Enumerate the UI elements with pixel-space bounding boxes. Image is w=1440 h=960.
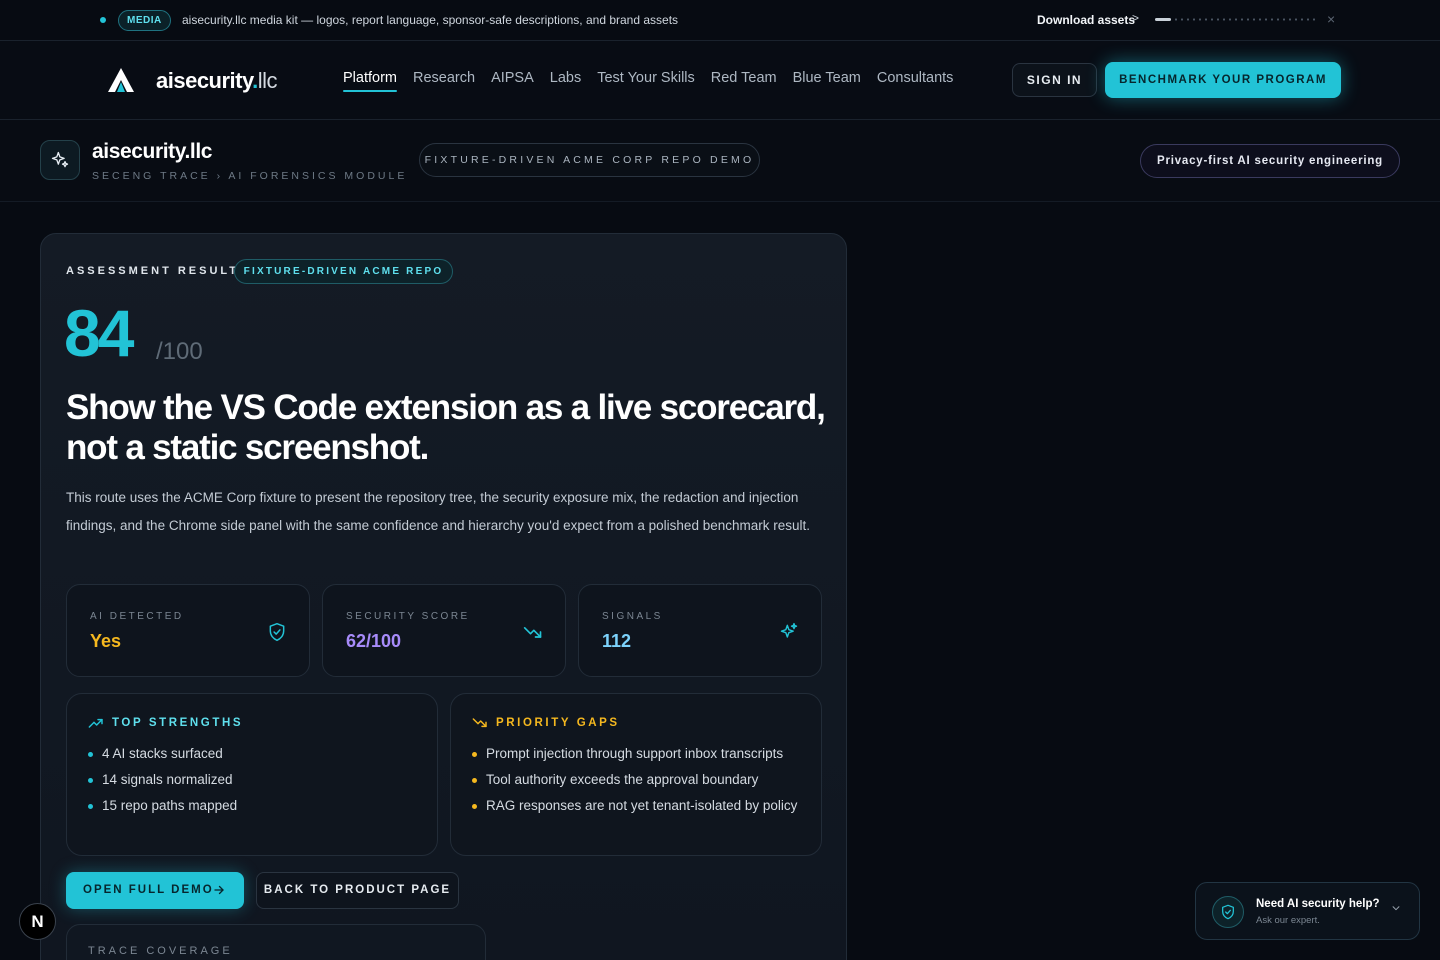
- nav-link-test-your-skills[interactable]: Test Your Skills: [597, 70, 695, 92]
- trace-coverage-card: TRACE COVERAGE: [66, 924, 486, 960]
- close-icon[interactable]: ×: [1327, 11, 1335, 27]
- stat-label: AI DETECTED: [90, 611, 184, 622]
- nav-link-blue-team[interactable]: Blue Team: [793, 70, 861, 92]
- help-widget[interactable]: Need AI security help? Ask our expert.: [1195, 882, 1420, 940]
- assessment-card: ASSESSMENT RESULT FIXTURE-DRIVEN ACME RE…: [40, 233, 847, 960]
- stat-value: 62/100: [346, 631, 402, 651]
- brand-name: aisecurity: [156, 68, 253, 93]
- open-full-demo-button[interactable]: OPEN FULL DEMO: [66, 872, 244, 909]
- trace-coverage-label: TRACE COVERAGE: [88, 945, 233, 957]
- module-title: aisecurity.llc: [92, 140, 213, 163]
- nav-link-consultants[interactable]: Consultants: [877, 70, 954, 92]
- fixture-pill: FIXTURE-DRIVEN ACME REPO: [234, 259, 453, 284]
- shield-check-icon: [1222, 904, 1234, 920]
- back-to-product-button[interactable]: BACK TO PRODUCT PAGE: [256, 872, 459, 909]
- list-item: RAG responses are not yet tenant-isolate…: [470, 796, 800, 816]
- benchmark-program-button[interactable]: BENCHMARK YOUR PROGRAM: [1105, 62, 1341, 98]
- module-breadcrumb: SECENG TRACE › AI FORENSICS MODULE: [92, 170, 408, 182]
- nav-link-labs[interactable]: Labs: [550, 70, 581, 92]
- nav-link-research[interactable]: Research: [413, 70, 475, 92]
- gaps-list: Prompt injection through support inbox t…: [470, 744, 800, 822]
- brand-logo-icon[interactable]: [108, 68, 134, 92]
- brand-suffix: llc: [257, 68, 278, 93]
- assessment-result-label: ASSESSMENT RESULT: [66, 265, 240, 277]
- strengths-list: 4 AI stacks surfaced 14 signals normaliz…: [86, 744, 416, 822]
- chevron-down-icon[interactable]: [1391, 903, 1401, 913]
- stat-label: SECURITY SCORE: [346, 611, 470, 622]
- priority-gaps-panel: PRIORITY GAPS Prompt injection through s…: [450, 693, 822, 856]
- strengths-header: TOP STRENGTHS: [88, 717, 243, 729]
- stat-ai-detected: AI DETECTED Yes: [66, 584, 310, 677]
- gaps-title: PRIORITY GAPS: [496, 717, 620, 729]
- module-icon: [40, 140, 80, 180]
- nav-links: Platform Research AIPSA Labs Test Your S…: [343, 70, 953, 92]
- stat-value: Yes: [90, 631, 122, 651]
- score-denominator: /100: [156, 338, 203, 365]
- headline: Show the VS Code extension as a live sco…: [66, 388, 826, 467]
- help-icon: [1212, 896, 1244, 928]
- main-nav: aisecurity.llc Platform Research AIPSA L…: [0, 41, 1440, 120]
- brand-wordmark[interactable]: aisecurity.llc: [156, 68, 278, 94]
- carousel-progress-fill: [1155, 18, 1171, 21]
- chevron-right-icon: >: [1132, 11, 1140, 25]
- help-subtitle: Ask our expert.: [1256, 915, 1320, 926]
- open-full-demo-label: OPEN FULL DEMO: [83, 884, 214, 896]
- demo-pill: FIXTURE-DRIVEN ACME CORP REPO DEMO: [419, 143, 760, 177]
- module-header: aisecurity.llc SECENG TRACE › AI FORENSI…: [0, 120, 1440, 202]
- strengths-title: TOP STRENGTHS: [112, 717, 244, 729]
- nav-link-aipsa[interactable]: AIPSA: [491, 70, 534, 92]
- sign-in-button[interactable]: SIGN IN: [1012, 63, 1097, 97]
- list-item: 15 repo paths mapped: [86, 796, 416, 816]
- announcement-carousel-progress: [1155, 18, 1315, 21]
- list-item: Tool authority exceeds the approval boun…: [470, 770, 800, 790]
- trending-down-icon: [472, 718, 487, 728]
- shield-check-icon: [269, 622, 285, 642]
- list-item: Prompt injection through support inbox t…: [470, 744, 800, 764]
- nav-link-red-team[interactable]: Red Team: [711, 70, 777, 92]
- stat-security-score: SECURITY SCORE 62/100: [322, 584, 566, 677]
- privacy-pill: Privacy-first AI security engineering: [1140, 144, 1400, 178]
- stat-signals: SIGNALS 112: [578, 584, 822, 677]
- sparkles-icon: [51, 151, 69, 168]
- trending-up-icon: [88, 718, 103, 728]
- stat-value: 112: [602, 631, 632, 651]
- help-title: Need AI security help?: [1256, 898, 1380, 910]
- description: This route uses the ACME Corp fixture to…: [66, 490, 810, 533]
- media-badge: MEDIA: [118, 10, 171, 31]
- status-dot: [100, 17, 106, 23]
- sparkles-icon: [780, 622, 798, 638]
- list-item: 4 AI stacks surfaced: [86, 744, 416, 764]
- score-value: 84: [64, 296, 134, 370]
- announcement-bar: MEDIA aisecurity.llc media kit — logos, …: [0, 0, 1440, 41]
- gaps-header: PRIORITY GAPS: [472, 717, 620, 729]
- stat-label: SIGNALS: [602, 611, 663, 622]
- nav-link-platform[interactable]: Platform: [343, 70, 397, 92]
- download-assets-link[interactable]: Download assets: [1037, 13, 1135, 27]
- trending-down-icon: [523, 627, 542, 638]
- n-badge[interactable]: N: [19, 903, 56, 940]
- arrow-right-icon: [214, 885, 224, 895]
- list-item: 14 signals normalized: [86, 770, 416, 790]
- top-strengths-panel: TOP STRENGTHS 4 AI stacks surfaced 14 si…: [66, 693, 438, 856]
- announcement-message: aisecurity.llc media kit — logos, report…: [182, 13, 679, 27]
